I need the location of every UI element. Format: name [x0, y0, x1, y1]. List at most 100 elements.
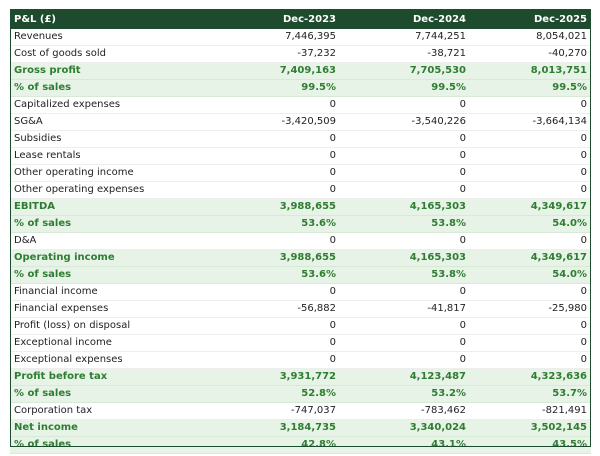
row-value: -40,270	[470, 45, 591, 64]
row-value: 0	[470, 283, 591, 302]
table-row: EBITDA 3,988,655 4,165,303 4,349,617	[10, 198, 591, 217]
row-label: Operating income	[10, 249, 210, 268]
table-row: Cost of goods sold -37,232 -38,721 -40,270	[10, 45, 591, 64]
row-value: 0	[210, 334, 340, 353]
row-value: 3,988,655	[210, 249, 340, 268]
header-dec-2023: Dec-2023	[283, 13, 336, 25]
row-label: Net income	[10, 419, 210, 438]
row-label: Cost of goods sold	[10, 45, 210, 64]
row-label: Revenues	[10, 29, 210, 47]
row-label: Profit before tax	[10, 368, 210, 387]
row-value: 0	[340, 317, 470, 336]
row-value: 0	[470, 181, 591, 200]
row-label: % of sales	[10, 266, 210, 285]
row-value: 7,409,163	[210, 62, 340, 81]
row-label: Lease rentals	[10, 147, 210, 166]
row-value: 4,165,303	[340, 198, 470, 217]
row-value: 0	[470, 317, 591, 336]
table-row: Revenues 7,446,395 7,744,251 8,054,021	[10, 29, 591, 47]
table-row: Operating income 3,988,655 4,165,303 4,349,…	[10, 249, 591, 268]
row-value: 0	[340, 351, 470, 370]
table-row: Financial expenses -56,882 -41,817 -25,980	[10, 300, 591, 319]
row-value: 53.7%	[470, 385, 591, 404]
row-label: Exceptional income	[10, 334, 210, 353]
row-value: 7,446,395	[210, 29, 340, 47]
row-label: Other operating income	[10, 164, 210, 183]
header-dec-2024: Dec-2024	[413, 13, 466, 25]
pl-table-container: P&L (£) Dec-2023 Dec-2024 Dec-2025 Reven…	[10, 9, 591, 455]
row-label: D&A	[10, 232, 210, 251]
row-value: 7,705,530	[340, 62, 470, 81]
row-value: 7,744,251	[340, 29, 470, 47]
table-row: % of sales 53.6% 53.8% 54.0%	[10, 266, 591, 285]
row-value: 4,165,303	[340, 249, 470, 268]
row-value: 4,323,636	[470, 368, 591, 387]
table-row: Capitalized expenses 0 0 0	[10, 96, 591, 115]
row-value: 42.8%	[210, 436, 340, 455]
table-row: Exceptional expenses 0 0 0	[10, 351, 591, 370]
row-label: Exceptional expenses	[10, 351, 210, 370]
row-value: -821,491	[470, 402, 591, 421]
row-value: -747,037	[210, 402, 340, 421]
row-value: 4,349,617	[470, 249, 591, 268]
table-row: Net income 3,184,735 3,340,024 3,502,145	[10, 419, 591, 438]
row-value: 99.5%	[210, 79, 340, 98]
row-value: 0	[340, 334, 470, 353]
table-row: Other operating income 0 0 0	[10, 164, 591, 183]
row-value: 0	[210, 232, 340, 251]
table-row: Exceptional income 0 0 0	[10, 334, 591, 353]
header-label: P&L (£)	[14, 13, 57, 25]
row-value: 3,340,024	[340, 419, 470, 438]
row-value: 54.0%	[470, 215, 591, 234]
row-value: 0	[210, 181, 340, 200]
row-label: % of sales	[10, 385, 210, 404]
table-body: Revenues 7,446,395 7,744,251 8,054,021 Cost …	[10, 29, 591, 455]
row-value: 0	[340, 283, 470, 302]
row-label: EBITDA	[10, 198, 210, 217]
header-dec-2025: Dec-2025	[534, 13, 587, 25]
row-label: SG&A	[10, 113, 210, 132]
row-value: 0	[210, 164, 340, 183]
row-value: 0	[210, 351, 340, 370]
row-value: 53.2%	[340, 385, 470, 404]
row-label: % of sales	[10, 79, 210, 98]
row-value: 43.1%	[340, 436, 470, 455]
row-value: 0	[340, 147, 470, 166]
row-value: 0	[470, 232, 591, 251]
row-label: Profit (loss) on disposal	[10, 317, 210, 336]
pl-table: P&L (£) Dec-2023 Dec-2024 Dec-2025 Reven…	[10, 9, 591, 455]
row-value: 99.5%	[470, 79, 591, 98]
row-value: 0	[340, 96, 470, 115]
table-row: SG&A -3,420,509 -3,540,226 -3,664,134	[10, 113, 591, 132]
row-value: 0	[470, 130, 591, 149]
table-row: Profit (loss) on disposal 0 0 0	[10, 317, 591, 336]
table-row: Profit before tax 3,931,772 4,123,487 4,323…	[10, 368, 591, 387]
row-value: -41,817	[340, 300, 470, 319]
table-row: % of sales 53.6% 53.8% 54.0%	[10, 215, 591, 234]
row-label: Capitalized expenses	[10, 96, 210, 115]
row-value: 53.6%	[210, 215, 340, 234]
table-header-row: P&L (£) Dec-2023 Dec-2024 Dec-2025	[10, 9, 591, 29]
row-label: Subsidies	[10, 130, 210, 149]
row-value: 0	[340, 181, 470, 200]
row-value: 52.8%	[210, 385, 340, 404]
table-row: % of sales 42.8% 43.1% 43.5%	[10, 436, 591, 455]
row-value: 0	[470, 147, 591, 166]
row-value: 0	[470, 164, 591, 183]
row-value: 53.8%	[340, 215, 470, 234]
row-label: Gross profit	[10, 62, 210, 81]
table-row: Corporation tax -747,037 -783,462 -821,491	[10, 402, 591, 421]
row-value: 0	[340, 232, 470, 251]
row-value: 43.5%	[470, 436, 591, 455]
row-value: 0	[210, 317, 340, 336]
table-row: Gross profit 7,409,163 7,705,530 8,013,751	[10, 62, 591, 81]
row-value: 3,988,655	[210, 198, 340, 217]
row-value: 0	[340, 164, 470, 183]
row-value: 4,123,487	[340, 368, 470, 387]
row-value: 0	[470, 351, 591, 370]
table-row: D&A 0 0 0	[10, 232, 591, 251]
row-value: 0	[470, 334, 591, 353]
row-value: 0	[340, 130, 470, 149]
table-row: Lease rentals 0 0 0	[10, 147, 591, 166]
row-value: 8,013,751	[470, 62, 591, 81]
